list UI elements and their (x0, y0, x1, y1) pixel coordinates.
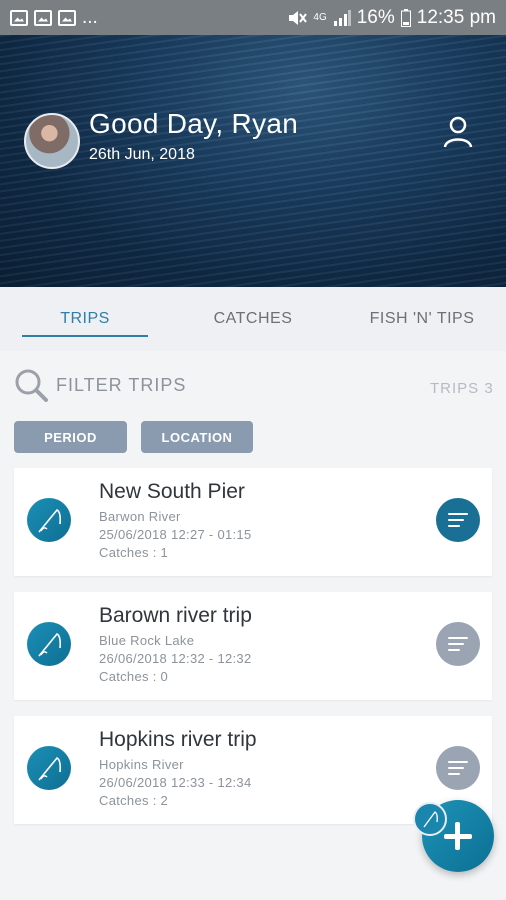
trip-catches: Catches : 2 (99, 793, 169, 808)
trip-location: Blue Rock Lake (99, 633, 195, 648)
status-right: 4G 16% 12:35 pm (287, 7, 496, 29)
fishing-rod-icon (27, 498, 71, 542)
trip-datetime: 26/06/2018 12:33 - 12:34 (99, 775, 252, 790)
fishing-rod-icon[interactable] (413, 802, 447, 836)
trip-title: New South Pier (99, 480, 245, 503)
trip-title: Hopkins river trip (99, 728, 257, 751)
filter-trips[interactable]: FILTER TRIPS (14, 368, 186, 402)
trip-menu-button[interactable] (436, 746, 480, 790)
status-bar: ... 4G 16% 12:35 pm (0, 0, 506, 35)
signal-icon (333, 9, 351, 26)
mute-icon (289, 10, 308, 25)
trip-menu-button[interactable] (436, 622, 480, 666)
tab-fish-n-tips[interactable]: FISH 'N' TIPS (352, 287, 492, 351)
fishing-rod-icon (27, 622, 71, 666)
trip-title: Barown river trip (99, 604, 252, 627)
trip-card[interactable]: New South Pier Barwon River 25/06/2018 1… (14, 468, 492, 576)
filter-label: FILTER TRIPS (56, 374, 187, 395)
user-icon[interactable] (440, 114, 476, 150)
avatar[interactable] (24, 113, 80, 169)
network-label: 4G (313, 12, 327, 23)
greeting-title: Good Day, Ryan (89, 108, 299, 139)
trip-datetime: 25/06/2018 12:27 - 01:15 (99, 527, 252, 542)
trip-datetime: 26/06/2018 12:32 - 12:32 (99, 651, 252, 666)
tab-trips[interactable]: TRIPS (22, 287, 148, 351)
active-tab-indicator (22, 335, 148, 337)
tab-bar: TRIPS CATCHES FISH 'N' TIPS (0, 287, 506, 351)
trip-catches: Catches : 1 (99, 545, 169, 560)
status-left: ... (10, 7, 98, 29)
battery-percent: 16% (356, 6, 395, 28)
image-icon (10, 9, 28, 26)
search-icon (15, 369, 48, 402)
trip-catches: Catches : 0 (99, 669, 169, 684)
clock: 12:35 pm (416, 6, 496, 28)
greeting-date: 26th Jun, 2018 (89, 146, 195, 163)
trip-location: Barwon River (99, 509, 181, 524)
image-icon (58, 9, 76, 26)
fishing-rod-icon (27, 746, 71, 790)
trips-count: TRIPS 3 (430, 380, 494, 397)
overflow-indicator: ... (82, 6, 98, 28)
trip-card[interactable]: Barown river trip Blue Rock Lake 26/06/2… (14, 592, 492, 700)
location-filter-chip[interactable]: LOCATION (141, 421, 253, 453)
trip-menu-button[interactable] (436, 498, 480, 542)
period-filter-chip[interactable]: PERIOD (14, 421, 127, 453)
image-icon (34, 9, 52, 26)
tab-catches[interactable]: CATCHES (190, 287, 316, 351)
trip-location: Hopkins River (99, 757, 184, 772)
battery-icon (400, 8, 411, 27)
greeting-block: Good Day, Ryan 26th Jun, 2018 (89, 108, 298, 164)
